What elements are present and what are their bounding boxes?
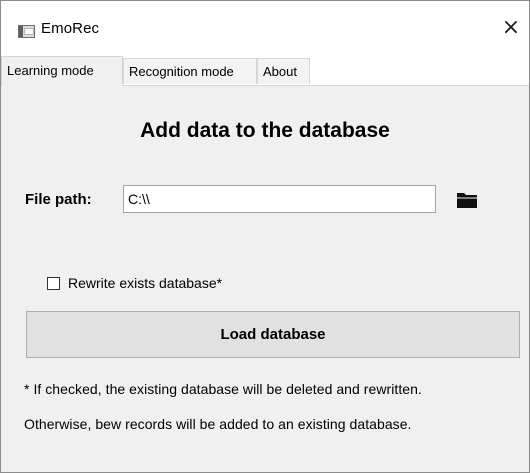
rewrite-database-label[interactable]: Rewrite exists database* — [68, 275, 222, 291]
load-database-button[interactable]: Load database — [26, 311, 520, 358]
file-path-label: File path: — [25, 191, 92, 208]
tab-learning-mode[interactable]: Learning mode — [1, 56, 123, 86]
close-icon[interactable]: × — [499, 16, 523, 40]
rewrite-database-checkbox[interactable] — [47, 276, 60, 290]
folder-icon[interactable] — [456, 191, 478, 209]
tab-about[interactable]: About — [257, 58, 310, 84]
rewrite-database-checkbox-row[interactable]: Rewrite exists database* — [47, 274, 222, 292]
title-bar: EmoRec × — [1, 1, 529, 56]
window-title: EmoRec — [41, 20, 100, 37]
file-path-input[interactable] — [123, 185, 436, 213]
app-icon — [18, 25, 35, 38]
app-window: EmoRec × Learning mode Recognition mode … — [0, 0, 530, 473]
rewrite-note-line-1: * If checked, the existing database will… — [24, 381, 422, 397]
page-title: Add data to the database — [140, 119, 390, 142]
rewrite-note-line-2: Otherwise, bew records will be added to … — [24, 416, 412, 432]
tab-recognition-mode[interactable]: Recognition mode — [123, 58, 257, 84]
learning-mode-panel: Add data to the database File path: Rewr… — [1, 85, 529, 472]
tab-bar: Learning mode Recognition mode About — [1, 56, 529, 86]
